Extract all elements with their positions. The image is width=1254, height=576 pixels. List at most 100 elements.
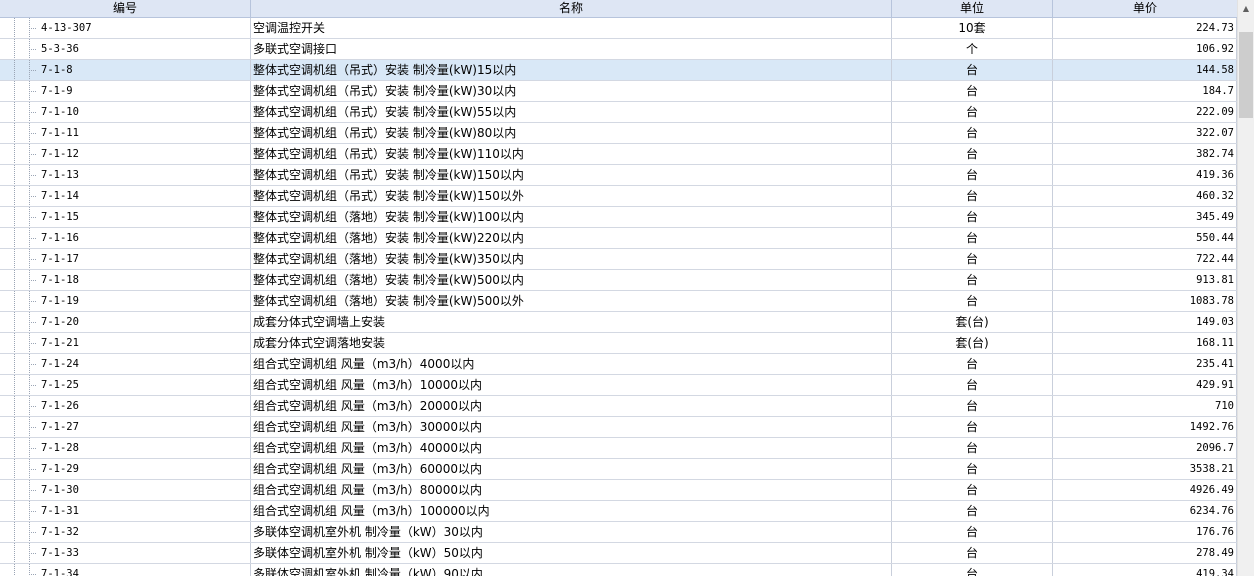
cell-name[interactable]: 多联式空调接口 xyxy=(251,39,892,59)
column-header-price[interactable]: 单价 xyxy=(1053,0,1237,17)
cell-name[interactable]: 整体式空调机组（落地）安装 制冷量(kW)500以内 xyxy=(251,270,892,290)
cell-code[interactable]: 7-1-10 xyxy=(38,102,251,122)
table-row[interactable]: 7-1-24 组合式空调机组 风量（m3/h）4000以内台 235.41 xyxy=(0,354,1237,375)
cell-code[interactable]: 7-1-12 xyxy=(38,144,251,164)
cell-price[interactable]: 144.58 xyxy=(1053,60,1237,80)
cell-code[interactable]: 7-1-34 xyxy=(38,564,251,576)
cell-unit[interactable]: 台 xyxy=(892,354,1053,374)
column-header-unit[interactable]: 单位 xyxy=(892,0,1053,17)
table-row[interactable]: 7-1-18 整体式空调机组（落地）安装 制冷量(kW)500以内台 913.81 xyxy=(0,270,1237,291)
cell-name[interactable]: 成套分体式空调墙上安装 xyxy=(251,312,892,332)
cell-name[interactable]: 整体式空调机组（吊式）安装 制冷量(kW)150以外 xyxy=(251,186,892,206)
cell-name[interactable]: 多联体空调机室外机 制冷量（kW）30以内 xyxy=(251,522,892,542)
cell-unit[interactable]: 台 xyxy=(892,543,1053,563)
table-row[interactable]: 7-1-16 整体式空调机组（落地）安装 制冷量(kW)220以内台 550.44 xyxy=(0,228,1237,249)
cell-code[interactable]: 7-1-17 xyxy=(38,249,251,269)
cell-unit[interactable]: 台 xyxy=(892,438,1053,458)
cell-unit[interactable]: 台 xyxy=(892,522,1053,542)
cell-price[interactable]: 550.44 xyxy=(1053,228,1237,248)
cell-unit[interactable]: 台 xyxy=(892,186,1053,206)
cell-name[interactable]: 整体式空调机组（吊式）安装 制冷量(kW)30以内 xyxy=(251,81,892,101)
cell-name[interactable]: 组合式空调机组 风量（m3/h）80000以内 xyxy=(251,480,892,500)
cell-price[interactable]: 278.49 xyxy=(1053,543,1237,563)
cell-unit[interactable]: 台 xyxy=(892,459,1053,479)
cell-code[interactable]: 7-1-31 xyxy=(38,501,251,521)
cell-price[interactable]: 419.34 xyxy=(1053,564,1237,576)
cell-code[interactable]: 7-1-29 xyxy=(38,459,251,479)
cell-price[interactable]: 345.49 xyxy=(1053,207,1237,227)
cell-price[interactable]: 913.81 xyxy=(1053,270,1237,290)
column-header-code[interactable]: 编号 xyxy=(0,0,251,17)
cell-unit[interactable]: 台 xyxy=(892,249,1053,269)
cell-name[interactable]: 组合式空调机组 风量（m3/h）4000以内 xyxy=(251,354,892,374)
cell-unit[interactable]: 台 xyxy=(892,228,1053,248)
cell-price[interactable]: 710 xyxy=(1053,396,1237,416)
table-row[interactable]: 7-1-12 整体式空调机组（吊式）安装 制冷量(kW)110以内台 382.74 xyxy=(0,144,1237,165)
cell-name[interactable]: 组合式空调机组 风量（m3/h）20000以内 xyxy=(251,396,892,416)
table-row[interactable]: 7-1-11 整体式空调机组（吊式）安装 制冷量(kW)80以内台 322.07 xyxy=(0,123,1237,144)
table-row[interactable]: 7-1-29 组合式空调机组 风量（m3/h）60000以内台 3538.21 xyxy=(0,459,1237,480)
cell-price[interactable]: 222.09 xyxy=(1053,102,1237,122)
cell-price[interactable]: 2096.7 xyxy=(1053,438,1237,458)
cell-unit[interactable]: 台 xyxy=(892,564,1053,576)
cell-unit[interactable]: 台 xyxy=(892,375,1053,395)
table-row[interactable]: 7-1-25 组合式空调机组 风量（m3/h）10000以内台 429.91 xyxy=(0,375,1237,396)
cell-code[interactable]: 7-1-20 xyxy=(38,312,251,332)
cell-price[interactable]: 1492.76 xyxy=(1053,417,1237,437)
cell-code[interactable]: 7-1-15 xyxy=(38,207,251,227)
table-row[interactable]: 7-1-13 整体式空调机组（吊式）安装 制冷量(kW)150以内台 419.36 xyxy=(0,165,1237,186)
cell-price[interactable]: 429.91 xyxy=(1053,375,1237,395)
cell-unit[interactable]: 个 xyxy=(892,39,1053,59)
cell-code[interactable]: 4-13-307 xyxy=(38,18,251,38)
cell-name[interactable]: 整体式空调机组（落地）安装 制冷量(kW)220以内 xyxy=(251,228,892,248)
cell-code[interactable]: 7-1-24 xyxy=(38,354,251,374)
cell-price[interactable]: 4926.49 xyxy=(1053,480,1237,500)
cell-name[interactable]: 组合式空调机组 风量（m3/h）100000以内 xyxy=(251,501,892,521)
cell-name[interactable]: 多联体空调机室外机 制冷量（kW）90以内 xyxy=(251,564,892,576)
cell-name[interactable]: 整体式空调机组（吊式）安装 制冷量(kW)110以内 xyxy=(251,144,892,164)
table-row[interactable]: 7-1-17 整体式空调机组（落地）安装 制冷量(kW)350以内台 722.44 xyxy=(0,249,1237,270)
table-row[interactable]: 7-1-21 成套分体式空调落地安装 套(台) 168.11 xyxy=(0,333,1237,354)
table-row[interactable]: 7-1-15 整体式空调机组（落地）安装 制冷量(kW)100以内台 345.49 xyxy=(0,207,1237,228)
cell-price[interactable]: 382.74 xyxy=(1053,144,1237,164)
cell-unit[interactable]: 台 xyxy=(892,501,1053,521)
cell-price[interactable]: 176.76 xyxy=(1053,522,1237,542)
cell-code[interactable]: 7-1-16 xyxy=(38,228,251,248)
table-row[interactable]: 7-1-33 多联体空调机室外机 制冷量（kW）50以内台 278.49 xyxy=(0,543,1237,564)
table-row[interactable]: 7-1-10 整体式空调机组（吊式）安装 制冷量(kW)55以内台 222.09 xyxy=(0,102,1237,123)
vertical-scrollbar[interactable]: ▲ xyxy=(1237,0,1254,576)
cell-unit[interactable]: 台 xyxy=(892,291,1053,311)
cell-unit[interactable]: 台 xyxy=(892,123,1053,143)
cell-code[interactable]: 7-1-27 xyxy=(38,417,251,437)
cell-name[interactable]: 整体式空调机组（落地）安装 制冷量(kW)500以外 xyxy=(251,291,892,311)
cell-price[interactable]: 722.44 xyxy=(1053,249,1237,269)
cell-price[interactable]: 168.11 xyxy=(1053,333,1237,353)
table-row[interactable]: 7-1-28 组合式空调机组 风量（m3/h）40000以内台 2096.7 xyxy=(0,438,1237,459)
cell-unit[interactable]: 台 xyxy=(892,60,1053,80)
table-row[interactable]: 7-1-14 整体式空调机组（吊式）安装 制冷量(kW)150以外台 460.32 xyxy=(0,186,1237,207)
column-header-name[interactable]: 名称 xyxy=(251,0,892,17)
cell-code[interactable]: 7-1-21 xyxy=(38,333,251,353)
cell-name[interactable]: 组合式空调机组 风量（m3/h）40000以内 xyxy=(251,438,892,458)
cell-unit[interactable]: 10套 xyxy=(892,18,1053,38)
cell-price[interactable]: 149.03 xyxy=(1053,312,1237,332)
table-row[interactable]: 5-3-36 多联式空调接口个 106.92 xyxy=(0,39,1237,60)
cell-price[interactable]: 235.41 xyxy=(1053,354,1237,374)
cell-unit[interactable]: 套(台) xyxy=(892,333,1053,353)
cell-code[interactable]: 7-1-8 xyxy=(38,60,251,80)
cell-unit[interactable]: 台 xyxy=(892,396,1053,416)
cell-unit[interactable]: 套(台) xyxy=(892,312,1053,332)
cell-name[interactable]: 整体式空调机组（吊式）安装 制冷量(kW)55以内 xyxy=(251,102,892,122)
cell-unit[interactable]: 台 xyxy=(892,207,1053,227)
cell-code[interactable]: 7-1-30 xyxy=(38,480,251,500)
cell-unit[interactable]: 台 xyxy=(892,81,1053,101)
table-row[interactable]: 7-1-19 整体式空调机组（落地）安装 制冷量(kW)500以外台 1083.78 xyxy=(0,291,1237,312)
cell-name[interactable]: 多联体空调机室外机 制冷量（kW）50以内 xyxy=(251,543,892,563)
cell-name[interactable]: 整体式空调机组（落地）安装 制冷量(kW)100以内 xyxy=(251,207,892,227)
table-row[interactable]: 7-1-34 多联体空调机室外机 制冷量（kW）90以内台 419.34 xyxy=(0,564,1237,576)
cell-code[interactable]: 7-1-28 xyxy=(38,438,251,458)
cell-price[interactable]: 224.73 xyxy=(1053,18,1237,38)
cell-unit[interactable]: 台 xyxy=(892,102,1053,122)
table-row[interactable]: 7-1-20 成套分体式空调墙上安装 套(台) 149.03 xyxy=(0,312,1237,333)
table-row[interactable]: 7-1-8 整体式空调机组（吊式）安装 制冷量(kW)15以内台 144.58 xyxy=(0,60,1237,81)
